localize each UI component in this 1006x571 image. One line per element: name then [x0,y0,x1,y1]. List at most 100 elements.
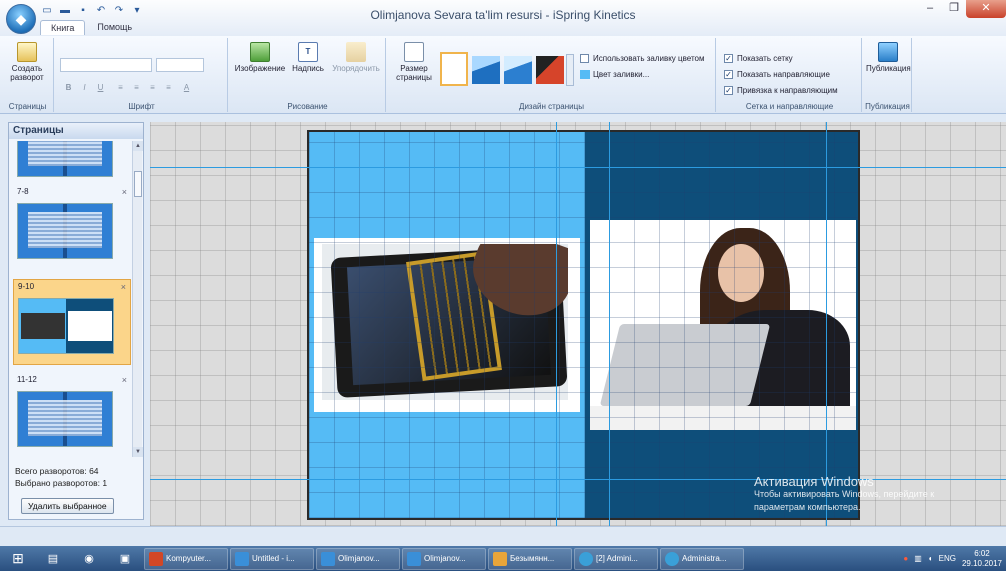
theme-red[interactable] [536,56,564,84]
file-explorer-icon[interactable]: ▤ [36,548,70,570]
taskbar-item[interactable]: Administra... [660,547,744,570]
windows-activation-watermark: Активация Windows Чтобы активировать Win… [754,474,935,512]
pages-panel: Страницы 7-8 × 9-10 × 11-12 × ▲ ▼ Всего [8,122,144,520]
group-pages: Создать разворот Страницы [2,38,54,112]
theme-blank[interactable] [440,52,468,86]
powerpoint-icon [149,551,163,566]
textbox-button[interactable]: T Надпись [288,42,328,73]
underline-button[interactable]: U [94,82,107,94]
taskbar-item[interactable]: Безымянн... [488,547,572,570]
justify-icon[interactable]: ≡ [162,82,175,94]
page-size-button[interactable]: Размер страницы [392,42,436,82]
spread-thumbnail [17,391,113,447]
network-icon[interactable]: ▥ [914,554,922,563]
font-color-icon[interactable]: A [180,82,193,94]
show-guides-option[interactable]: ✓ Показать направляющие [724,70,830,80]
snap-guides-checkbox[interactable]: ✓ [724,86,733,96]
title-bar: ◆ ▭ ▬ ▪ ↶ ↷ ▾ Olimjanova Sevara ta'lim r… [0,0,1006,36]
start-button[interactable]: ⊞ [0,546,36,571]
arrange-button[interactable]: Упорядочить [330,42,382,73]
show-guides-checkbox[interactable]: ✓ [724,70,733,80]
taskbar-item[interactable]: Kompyuter... [144,547,228,570]
thumbnail-9-10[interactable]: 9-10 × [13,279,131,365]
scroll-thumb[interactable] [134,171,142,197]
publish-button[interactable]: Публикация [866,42,911,73]
page-canvas[interactable] [150,122,1006,526]
theme-gallery-scroll[interactable] [566,54,574,86]
tab-help[interactable]: Помощь [87,20,142,35]
spread-thumbnail [17,141,113,177]
fill-swatch-icon [580,70,590,80]
guide-vertical[interactable] [556,122,557,526]
ispring-icon [407,551,421,566]
pdf-icon[interactable]: ▣ [108,548,142,570]
taskbar-item[interactable]: Untitled - i... [230,547,314,570]
group-grid: ✓ Показать сетку ✓ Показать направляющие ✓… [718,38,862,112]
windows-logo-icon: ⊞ [12,550,24,566]
fill-color-option[interactable]: Цвет заливки... [580,70,649,80]
guide-vertical[interactable] [609,122,610,526]
scroll-down-icon[interactable]: ▼ [133,447,143,457]
clock[interactable]: 6:02 29.10.2017 [962,549,1002,569]
create-spread-icon [17,42,37,62]
window-controls: – ❐ ✕ [918,0,1006,18]
use-fill-color-option[interactable]: Использовать заливку цветом [580,54,704,64]
thumbnail-7-8[interactable]: 7-8 × [13,185,131,273]
font-family-combo[interactable] [60,58,152,72]
thumbnail-11-12[interactable]: 11-12 × [13,373,131,457]
close-button[interactable]: ✕ [966,0,1006,18]
font-size-combo[interactable] [156,58,204,72]
image-icon [250,42,270,62]
status-bar [0,526,1006,546]
italic-button[interactable]: I [78,82,91,94]
image-button[interactable]: Изображение [234,42,286,73]
minimize-button[interactable]: – [918,0,942,18]
delete-selected-button[interactable]: Удалить выбранное [21,498,114,514]
remove-spread-icon[interactable]: × [122,187,127,197]
browser-icon [665,551,679,566]
remove-spread-icon[interactable]: × [122,375,127,385]
arrange-icon [346,42,366,62]
show-grid-checkbox[interactable]: ✓ [724,54,733,64]
align-center-icon[interactable]: ≡ [130,82,143,94]
remove-spread-icon[interactable]: × [121,282,126,292]
media-player-icon[interactable]: ◉ [72,548,106,570]
spread-thumbnail [18,298,114,354]
theme-mountains-2[interactable] [504,56,532,84]
bold-button[interactable]: B [62,82,75,94]
alert-icon[interactable]: ● [903,554,908,563]
theme-mountains-1[interactable] [472,56,500,84]
thumbnails-scrollbar[interactable]: ▲ ▼ [132,141,143,457]
group-drawing: Изображение T Надпись Упорядочить Рисова… [230,38,386,112]
taskbar-item[interactable]: Olimjanov... [316,547,400,570]
taskbar: ⊞ ▤ ◉ ▣ Kompyuter... Untitled - i... Oli… [0,546,1006,571]
page-thumbnails[interactable]: 7-8 × 9-10 × 11-12 × [13,141,131,457]
guide-horizontal[interactable] [150,167,1006,168]
create-spread-button[interactable]: Создать разворот [4,42,50,82]
volume-icon[interactable]: ◖ [928,554,933,563]
guide-vertical[interactable] [826,122,827,526]
total-spreads: Всего разворотов: 64 [15,466,99,476]
taskbar-item[interactable]: [2] Admini... [574,547,658,570]
paint-icon [493,551,507,566]
pages-summary: Всего разворотов: 64 Выбрано разворотов:… [15,465,107,489]
textbox-icon: T [298,42,318,62]
page-spread[interactable] [307,130,860,520]
group-publish: Публикация Публикация [864,38,912,112]
scroll-up-icon[interactable]: ▲ [133,141,143,151]
snap-guides-option[interactable]: ✓ Привязка к направляющим [724,86,838,96]
show-grid-option[interactable]: ✓ Показать сетку [724,54,793,64]
align-right-icon[interactable]: ≡ [146,82,159,94]
page-size-icon [404,42,424,62]
taskbar-item[interactable]: Olimjanov... [402,547,486,570]
tab-book[interactable]: Книга [40,20,86,35]
browser-icon [579,551,593,566]
language-indicator[interactable]: ENG [939,554,956,563]
fill-color-checkbox[interactable] [580,54,589,64]
maximize-button[interactable]: ❐ [942,0,966,18]
publish-icon [878,42,898,62]
ribbon: Создать разворот Страницы B I U ≡ ≡ ≡ ≡ … [0,36,1006,114]
thumbnail-partial[interactable] [13,141,131,177]
page-grid [309,132,858,518]
align-left-icon[interactable]: ≡ [114,82,127,94]
